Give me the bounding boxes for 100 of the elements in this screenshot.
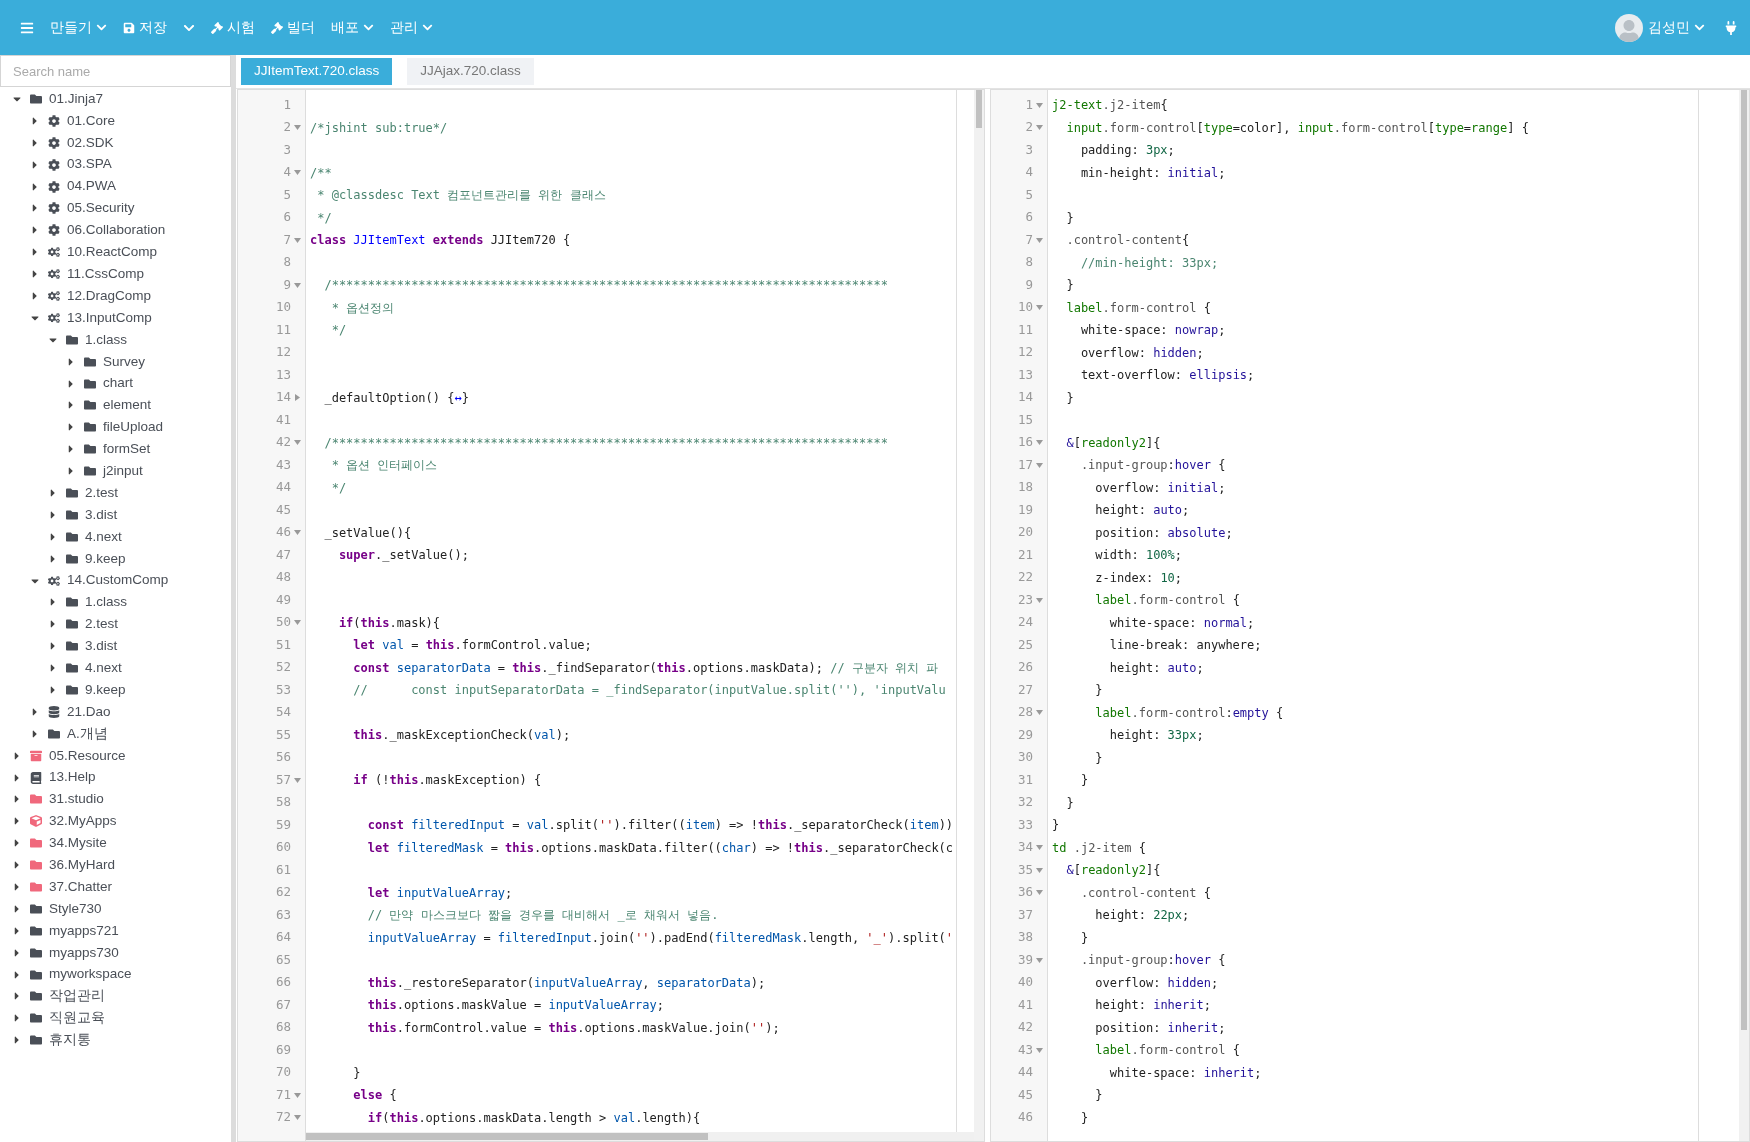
- line-number: 54: [275, 703, 291, 722]
- tree-item[interactable]: 3.dist: [0, 503, 231, 526]
- line-number: 8: [1025, 253, 1033, 272]
- tree-item[interactable]: 13.Help: [0, 766, 231, 789]
- line-number: 57: [275, 770, 291, 789]
- code-line: }: [1065, 277, 1074, 294]
- tree-item[interactable]: 34.Mysite: [0, 832, 231, 855]
- fold-open-icon[interactable]: [293, 282, 301, 288]
- line-number: 7: [1025, 230, 1033, 249]
- line-number: 22: [1017, 568, 1033, 587]
- tree-item[interactable]: 2.test: [0, 613, 231, 636]
- tree-item[interactable]: 9.keep: [0, 679, 231, 701]
- tree-item[interactable]: 02.SDK: [0, 131, 231, 154]
- fold-open-icon[interactable]: [293, 237, 301, 243]
- fold-closed-icon[interactable]: [294, 394, 300, 402]
- fold-open-icon[interactable]: [1035, 305, 1043, 311]
- search-field[interactable]: Search name: [0, 55, 231, 87]
- code-line: .control-content {: [1079, 884, 1211, 902]
- fold-open-icon[interactable]: [1035, 1047, 1043, 1053]
- line-number: 34: [1017, 838, 1033, 857]
- fold-open-icon[interactable]: [1035, 710, 1043, 716]
- line-number: 62: [275, 883, 291, 902]
- line-number: 51: [275, 635, 291, 654]
- file-tab[interactable]: JJAjax.720.class: [407, 58, 534, 85]
- tree-item[interactable]: 4.next: [0, 525, 231, 548]
- horizontal-scrollbar[interactable]: [306, 1132, 974, 1141]
- tree-item[interactable]: 10.ReactComp: [0, 241, 231, 264]
- tree-item[interactable]: 01.Jinja7: [0, 88, 231, 110]
- fold-open-icon[interactable]: [1035, 237, 1043, 243]
- tree-item[interactable]: 01.Core: [0, 109, 231, 132]
- tree-item[interactable]: 04.PWA: [0, 175, 231, 198]
- tree-item[interactable]: fileUpload: [0, 416, 231, 439]
- tree-item[interactable]: 03.SPA: [0, 153, 231, 176]
- fold-open-icon[interactable]: [293, 1115, 301, 1121]
- fold-open-icon[interactable]: [1035, 440, 1043, 446]
- code-line: &[readonly2]{: [1065, 434, 1161, 452]
- tree-item[interactable]: 1.class: [0, 591, 231, 614]
- chevron-down-icon: [96, 22, 107, 33]
- tree-item[interactable]: j2input: [0, 460, 231, 483]
- code-line: if (!this.maskException) {: [352, 772, 542, 789]
- tree-item[interactable]: 06.Collaboration: [0, 219, 231, 242]
- tree-item[interactable]: 직원교육: [0, 1007, 231, 1030]
- fold-open-icon[interactable]: [293, 125, 301, 131]
- tree-item[interactable]: 3.dist: [0, 635, 231, 658]
- code-line: position: inherit;: [1094, 1019, 1226, 1037]
- tree-item[interactable]: formSet: [0, 438, 231, 461]
- tree-item[interactable]: 14.CustomComp: [0, 569, 231, 592]
- line-number: 30: [1017, 748, 1033, 767]
- tree-item[interactable]: myworkspace: [0, 963, 231, 986]
- fold-open-icon[interactable]: [1035, 102, 1043, 108]
- line-number: 41: [275, 410, 291, 429]
- tree-item[interactable]: 1.class: [0, 328, 231, 351]
- code-line: .input-group:hover {: [1079, 952, 1226, 969]
- tree-item[interactable]: 9.keep: [0, 547, 231, 570]
- tree-item[interactable]: 36.MyHard: [0, 854, 231, 877]
- tree-item[interactable]: 4.next: [0, 657, 231, 680]
- tree-item[interactable]: 13.InputComp: [0, 306, 231, 329]
- fold-open-icon[interactable]: [293, 620, 301, 626]
- line-number: 18: [1017, 478, 1033, 497]
- fold-open-icon[interactable]: [1035, 125, 1043, 131]
- tree-item[interactable]: 휴지통: [0, 1029, 231, 1052]
- tree-item[interactable]: Style730: [0, 897, 231, 920]
- line-number: 55: [275, 725, 291, 744]
- fold-open-icon[interactable]: [1035, 890, 1043, 896]
- vertical-scrollbar[interactable]: [1739, 90, 1749, 1141]
- tree-item[interactable]: chart: [0, 372, 231, 395]
- tree-item[interactable]: myapps721: [0, 919, 231, 942]
- tree-item[interactable]: 작업관리: [0, 985, 231, 1008]
- code-line: }: [1094, 749, 1103, 767]
- tree-item[interactable]: 37.Chatter: [0, 876, 231, 898]
- fold-open-icon[interactable]: [293, 777, 301, 783]
- line-number: 45: [275, 500, 291, 519]
- fold-open-icon[interactable]: [1035, 462, 1043, 468]
- tree-item[interactable]: Survey: [0, 350, 231, 373]
- fold-open-icon[interactable]: [1035, 597, 1043, 603]
- tree-item[interactable]: 05.Resource: [0, 744, 231, 767]
- line-number: 12: [275, 343, 291, 362]
- tree-item[interactable]: 11.CssComp: [0, 263, 231, 285]
- code-line: height: inherit;: [1094, 997, 1211, 1014]
- tree-item[interactable]: 2.test: [0, 482, 231, 504]
- tree-item[interactable]: 05.Security: [0, 197, 231, 220]
- fold-open-icon[interactable]: [1035, 845, 1043, 851]
- tree-item[interactable]: 32.MyApps: [0, 810, 231, 833]
- fold-open-icon[interactable]: [293, 170, 301, 176]
- tree-item[interactable]: A.개념: [0, 722, 231, 745]
- code-line: text-overflow: ellipsis;: [1079, 367, 1255, 384]
- fold-open-icon[interactable]: [293, 1092, 301, 1098]
- code-line: class JJItemText extends JJItem720 {: [310, 232, 571, 249]
- line-number: 67: [275, 995, 291, 1014]
- tree-item[interactable]: 21.Dao: [0, 700, 231, 723]
- tree-item[interactable]: element: [0, 394, 231, 417]
- fold-open-icon[interactable]: [293, 440, 301, 446]
- fold-open-icon[interactable]: [1035, 957, 1043, 963]
- fold-open-icon[interactable]: [293, 530, 301, 536]
- tree-item[interactable]: 31.studio: [0, 788, 231, 811]
- vertical-scrollbar[interactable]: [974, 90, 984, 1141]
- tree-item[interactable]: myapps730: [0, 941, 231, 964]
- fold-open-icon[interactable]: [1035, 867, 1043, 873]
- code-line: }: [1094, 1087, 1103, 1104]
- tree-item[interactable]: 12.DragComp: [0, 285, 231, 307]
